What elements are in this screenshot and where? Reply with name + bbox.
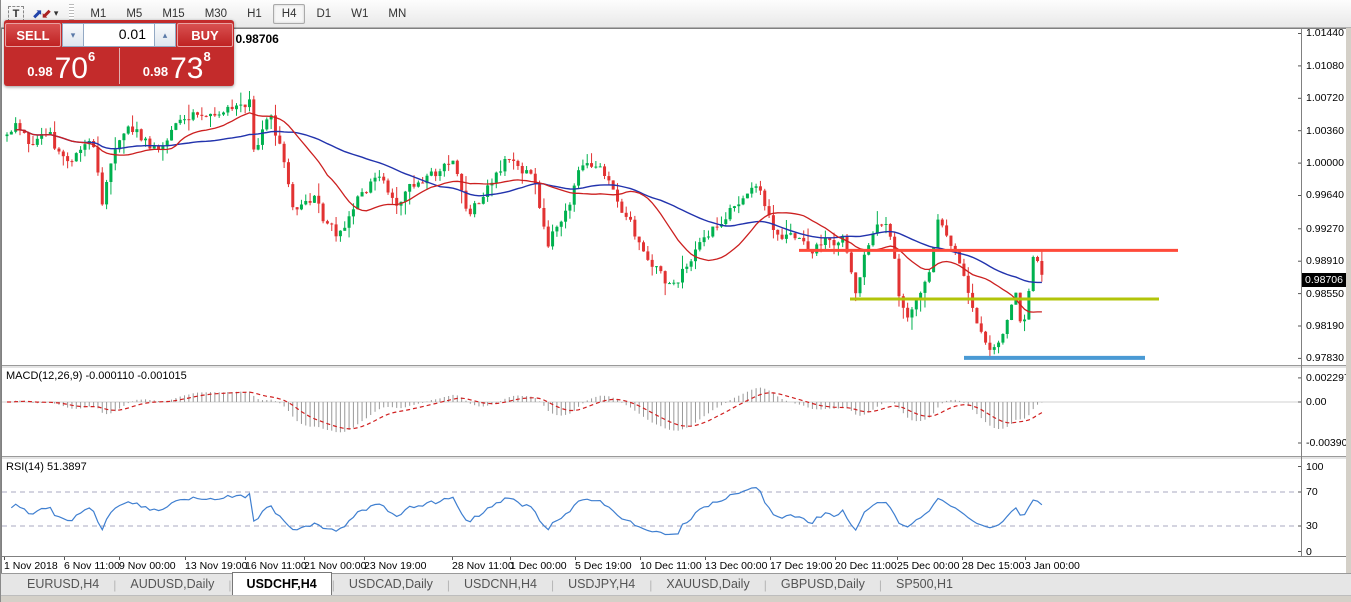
time-axis-label: 5 Dec 19:00 <box>575 560 632 572</box>
macd-tick-label: 0.002297 <box>1306 372 1350 384</box>
time-axis-label: 10 Dec 11:00 <box>640 560 702 572</box>
price-tick-label: 1.01440 <box>1306 27 1344 39</box>
timeframe-button-d1[interactable]: D1 <box>307 4 340 24</box>
macd-pane[interactable]: MACD(12,26,9) -0.000110 -0.001015 <box>2 368 1346 456</box>
symbol-tab-bar: EURUSD,H4|AUDUSD,Daily|USDCHF,H4|USDCAD,… <box>1 573 1351 595</box>
price-tick-label: 1.00360 <box>1306 125 1344 137</box>
price-tick-label: 1.00720 <box>1306 92 1344 104</box>
symbol-tab-sp500[interactable]: SP500,H1 <box>882 574 967 595</box>
lot-size-input[interactable]: 0.01 <box>84 23 154 47</box>
sell-price-base: 0.98 <box>27 65 52 81</box>
one-click-trading-panel: SELL ▾ 0.01 ▴ BUY 0.98 70 6 0.98 73 8 <box>4 20 234 86</box>
window-bottom-strip <box>1 595 1351 602</box>
macd-tick-label: -0.003904 <box>1306 437 1351 449</box>
time-axis-label: 17 Dec 19:00 <box>770 560 832 572</box>
price-tick-label: 0.99270 <box>1306 223 1344 235</box>
time-axis-label: 9 Nov 00:00 <box>119 560 176 572</box>
symbol-tab-audusd[interactable]: AUDUSD,Daily <box>116 574 228 595</box>
sell-price-pipette: 6 <box>88 50 95 63</box>
price-tick-label: 1.01080 <box>1306 60 1344 72</box>
price-tick-label: 0.99640 <box>1306 189 1344 201</box>
buy-price-pipette: 8 <box>203 50 210 63</box>
symbol-tab-gbpusd[interactable]: GBPUSD,Daily <box>767 574 879 595</box>
rsi-tick-label: 30 <box>1306 520 1318 532</box>
price-tick-label: 0.97830 <box>1306 352 1344 364</box>
price-tick-label: 0.98190 <box>1306 320 1344 332</box>
time-axis-label: 25 Dec 00:00 <box>897 560 959 572</box>
timeframe-button-h1[interactable]: H1 <box>238 4 271 24</box>
symbol-tab-usdcad[interactable]: USDCAD,Daily <box>335 574 447 595</box>
rsi-label: RSI(14) 51.3897 <box>6 461 87 473</box>
symbol-tab-usdchf[interactable]: USDCHF,H4 <box>232 572 332 595</box>
time-axis-label: 1 Nov 2018 <box>4 560 58 572</box>
rsi-axis[interactable]: 10070300 <box>1302 459 1346 556</box>
time-axis-label: 3 Jan 00:00 <box>1025 560 1080 572</box>
time-axis-label: 21 Nov 00:00 <box>304 560 366 572</box>
macd-label: MACD(12,26,9) -0.000110 -0.001015 <box>6 370 187 382</box>
buy-price[interactable]: 0.98 73 8 <box>120 48 235 84</box>
window-right-strip <box>1346 28 1351 573</box>
buy-price-pips: 73 <box>170 56 203 82</box>
rsi-tick-label: 100 <box>1306 461 1324 473</box>
time-axis-label: 6 Nov 11:00 <box>64 560 120 572</box>
sell-price-pips: 70 <box>55 56 88 82</box>
symbol-tab-eurusd[interactable]: EURUSD,H4 <box>13 574 113 595</box>
ohlc-close: 0.98706 <box>235 32 278 46</box>
time-axis-label: 1 Dec 00:00 <box>510 560 567 572</box>
sell-button[interactable]: SELL <box>5 23 61 47</box>
time-axis-label: 13 Dec 00:00 <box>705 560 767 572</box>
time-axis-label: 20 Dec 11:00 <box>835 560 897 572</box>
macd-tick-label: 0.00 <box>1306 396 1326 408</box>
buy-price-base: 0.98 <box>143 65 168 81</box>
symbol-tab-usdjpy[interactable]: USDJPY,H4 <box>554 574 649 595</box>
terminal-window: T ⬈⬋ ▾ M1M5M15M30H1H4D1W1MN ▲ USDCHF,H4 … <box>0 0 1351 602</box>
symbol-tab-xauusd[interactable]: XAUUSD,Daily <box>652 574 763 595</box>
lot-increase-button[interactable]: ▴ <box>154 23 176 47</box>
rsi-pane[interactable]: RSI(14) 51.3897 <box>2 459 1346 556</box>
price-tick-label: 0.98910 <box>1306 255 1344 267</box>
symbol-tab-usdcnh[interactable]: USDCNH,H4 <box>450 574 551 595</box>
chart-window: ▲ USDCHF,H4 0.98608 0.98736 0.98598 0.98… <box>1 28 1346 573</box>
macd-axis[interactable]: 0.0022970.00-0.003904 <box>1302 368 1346 456</box>
timeframe-button-h4[interactable]: H4 <box>273 4 306 24</box>
price-tick-label: 0.98550 <box>1306 288 1344 300</box>
time-axis[interactable]: 1 Nov 2018 6 Nov 11:009 Nov 00:00 13 Nov 1… <box>2 556 1346 574</box>
current-price-badge: 0.98706 <box>1302 273 1346 287</box>
timeframe-button-w1[interactable]: W1 <box>342 4 377 24</box>
rsi-tick-label: 70 <box>1306 486 1318 498</box>
lot-decrease-button[interactable]: ▾ <box>62 23 84 47</box>
buy-button[interactable]: BUY <box>177 23 233 47</box>
time-axis-label: 28 Dec 15:00 <box>962 560 1024 572</box>
price-axis[interactable]: 1.01440 1.01080 1.00720 1.00360 1.00000 0.996… <box>1302 29 1346 365</box>
dropdown-caret-icon: ▾ <box>54 8 59 19</box>
time-axis-label: 16 Nov 11:00 <box>245 560 307 572</box>
macd-canvas[interactable] <box>2 368 1302 456</box>
time-axis-label: 23 Nov 19:00 <box>364 560 426 572</box>
timeframe-button-mn[interactable]: MN <box>379 4 415 24</box>
time-axis-label: 13 Nov 19:00 <box>185 560 247 572</box>
sell-price[interactable]: 0.98 70 6 <box>4 48 120 84</box>
price-tick-label: 1.00000 <box>1306 157 1344 169</box>
rsi-canvas[interactable] <box>2 459 1302 556</box>
time-axis-label: 28 Nov 11:00 <box>452 560 514 572</box>
